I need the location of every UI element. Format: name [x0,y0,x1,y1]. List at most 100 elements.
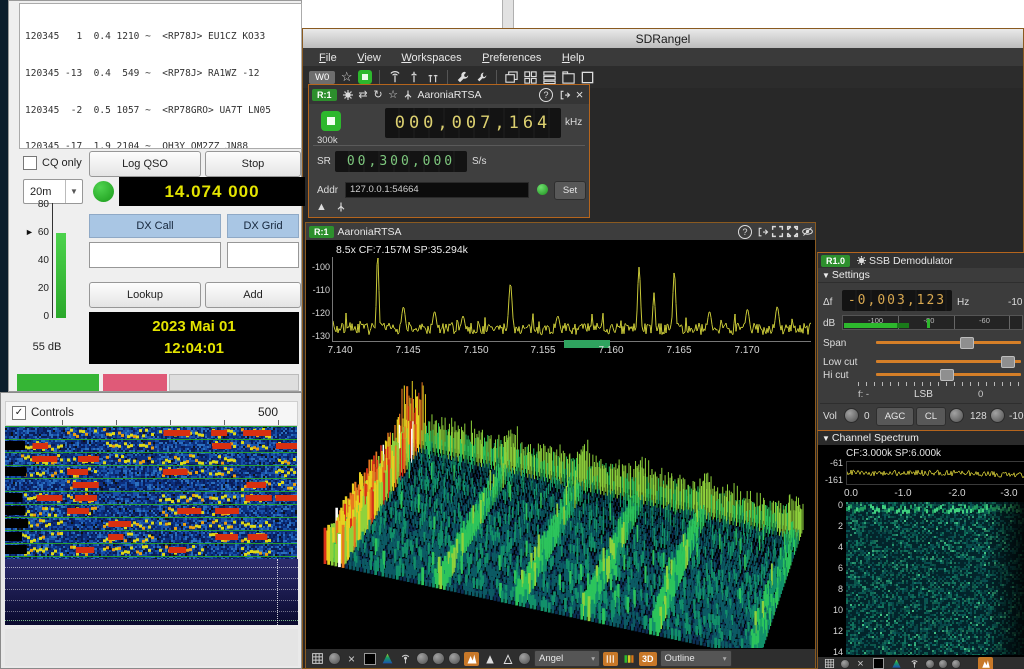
close-icon[interactable]: × [572,88,587,102]
hi-cut-slider[interactable] [876,368,1021,380]
basebands-icon[interactable] [335,201,347,213]
add-tx-device-icon[interactable] [406,70,421,84]
log-qso-button[interactable]: Log QSO [89,151,201,177]
background-color-icon[interactable] [871,657,886,669]
checkbox-box[interactable]: ✓ [12,406,26,420]
fullscreen-icon[interactable] [785,225,800,239]
colormap-icon[interactable] [380,652,395,666]
agc-time-knob[interactable] [949,408,964,423]
volume-knob[interactable] [844,408,859,423]
waterfall-toggle[interactable] [603,652,618,666]
addr-input[interactable]: 127.0.0.1:54664 [345,182,529,198]
dx-grid-input[interactable] [227,242,299,268]
menu-workspaces[interactable]: Workspaces [393,50,469,66]
help-icon[interactable]: ? [738,225,752,239]
background-color-icon[interactable] [362,652,377,666]
lookup-button[interactable]: Lookup [89,282,201,308]
device-titlebar[interactable]: R:1 ⇄ ↻ ☆ AaroniaRTSA ? × [309,85,589,104]
hide-icon[interactable] [800,225,815,239]
decode-row[interactable]: 120345 -17 1.9 2104 ~ OH3Y OM2ZZ JN88 [25,141,301,149]
style-select[interactable]: Outline ▾ [660,650,732,667]
colormap-select[interactable]: Angel ▾ [534,650,600,667]
checkbox-box[interactable] [23,156,37,170]
frequency-display[interactable]: 14.074 000 [119,177,305,206]
start-all-button[interactable] [358,70,372,84]
add-mimo-device-icon[interactable] [425,70,440,84]
decay-knob[interactable] [925,659,935,669]
maximize-workspace-icon[interactable] [580,70,595,84]
device-start-button[interactable] [321,111,341,131]
popout-icon[interactable] [755,225,770,239]
ref-level-knob[interactable] [328,652,341,665]
center-frequency-dial[interactable]: 000,007,164 [385,108,561,138]
settings-rollup[interactable]: ▼ Settings [818,268,1024,283]
clear-spectrum-icon[interactable]: × [344,652,359,666]
decay-divisor-knob[interactable] [432,652,445,665]
add-channels-icon[interactable] [401,88,416,102]
feature-settings-icon[interactable] [474,70,489,84]
tile-windows-icon[interactable] [523,70,538,84]
channel-spectrum-rollup[interactable]: ▼ Channel Spectrum [818,431,1024,445]
span-slider[interactable] [876,336,1021,348]
preset-star-icon[interactable]: ☆ [386,88,401,102]
current-trace-toggle[interactable] [482,652,497,666]
sdrangel-titlebar[interactable]: SDRangel [303,29,1023,48]
frequency-marker-icon[interactable] [907,657,922,669]
menu-help[interactable]: Help [554,50,593,66]
grid-icon[interactable] [822,657,837,669]
sample-rate-dial[interactable]: 00,300,000 [335,151,467,172]
feature-presets-icon[interactable]: ☆ [339,70,354,84]
ft8-waterfall-canvas[interactable] [5,426,297,559]
menu-view[interactable]: View [349,50,389,66]
channel-waterfall-canvas[interactable] [846,502,1024,655]
stop-button[interactable]: Stop [205,151,301,177]
colormap-icon[interactable] [889,657,904,669]
add-button[interactable]: Add [205,282,301,308]
stack-windows-icon[interactable] [542,70,557,84]
decode-row[interactable]: 120345 -13 0.4 549 ~ <RP78J> RA1WZ -12 [25,68,301,80]
channel-spectrum-canvas[interactable] [846,461,1024,485]
decode-row[interactable]: 120345 -2 0.5 1057 ~ <RP78GRO> UA7T LN05 [25,105,301,117]
collapse-icon[interactable]: ▲ [316,201,327,213]
averaging-knob[interactable] [518,652,531,665]
scrollbar[interactable] [502,0,514,29]
spectrum-titlebar[interactable]: R:1 AaroniaRTSA ? [306,223,815,240]
agc-button[interactable]: AGC [876,407,914,426]
help-icon[interactable]: ? [539,88,553,102]
stroke-knob[interactable] [938,659,948,669]
frequency-marker-icon[interactable] [398,652,413,666]
menu-preferences[interactable]: Preferences [474,50,549,66]
threed-toggle[interactable]: 3D [639,652,657,666]
wide-graph-spectrum[interactable] [5,559,298,625]
reload-device-icon[interactable]: ↻ [371,88,386,102]
menu-file[interactable]: File [311,50,345,66]
cl-button[interactable]: CL [916,407,946,426]
cascade-windows-icon[interactable] [504,70,519,84]
decode-list[interactable]: 120345 1 0.4 1210 ~ <RP78J> EU1CZ KO33 1… [19,3,302,149]
popout-icon[interactable] [557,88,572,102]
colorbar-icon[interactable] [621,652,636,666]
ssb-titlebar[interactable]: R1.0 SSB Demodulator [818,253,1024,268]
maximize-icon[interactable] [770,225,785,239]
max-hold-toggle[interactable] [464,652,479,666]
gear-icon[interactable] [854,254,869,268]
set-address-button[interactable]: Set [554,181,586,200]
reverse-api-icon[interactable]: ⇄ [356,88,371,102]
max-hold-toggle[interactable] [978,657,993,669]
average-trace-toggle[interactable] [500,652,515,666]
cq-only-checkbox[interactable]: CQ only [23,156,82,170]
decode-row[interactable]: 120345 1 0.4 1210 ~ <RP78J> EU1CZ KO33 [25,31,301,43]
dx-call-input[interactable] [89,242,221,268]
spectrum-2d-canvas[interactable] [332,257,811,342]
tabbed-windows-icon[interactable] [561,70,576,84]
controls-checkbox[interactable]: ✓ Controls [12,406,74,420]
low-cut-slider[interactable] [876,355,1021,367]
spectrogram-3d-canvas[interactable] [309,358,814,648]
grid-icon[interactable] [310,652,325,666]
agc-threshold-knob[interactable] [990,408,1005,423]
gear-icon[interactable] [341,88,356,102]
stroke-knob[interactable] [448,652,461,665]
clear-spectrum-icon[interactable]: × [853,657,868,669]
df-dial[interactable]: -0,003,123 [842,290,952,311]
decay-knob[interactable] [416,652,429,665]
